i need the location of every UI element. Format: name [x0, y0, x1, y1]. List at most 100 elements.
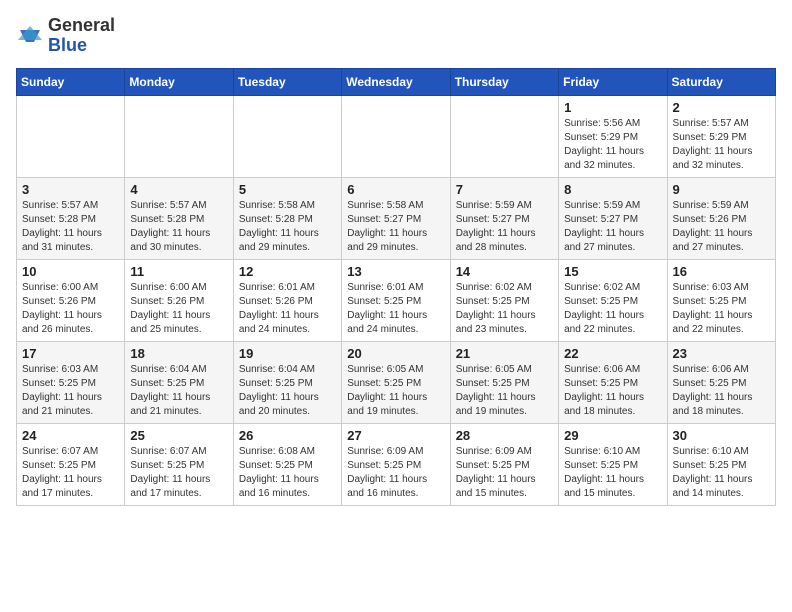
- logo: General Blue: [16, 16, 115, 56]
- day-info: Sunrise: 6:02 AM Sunset: 5:25 PM Dayligh…: [456, 281, 553, 337]
- calendar-cell: 7 Sunrise: 5:59 AM Sunset: 5:27 PM Daylig…: [450, 177, 558, 259]
- day-info: Sunrise: 6:00 AM Sunset: 5:26 PM Dayligh…: [22, 281, 119, 337]
- calendar-cell: 22 Sunrise: 6:06 AM Sunset: 5:25 PM Dayli…: [559, 341, 667, 423]
- day-info: Sunrise: 6:01 AM Sunset: 5:26 PM Dayligh…: [239, 281, 336, 337]
- day-info: Sunrise: 5:57 AM Sunset: 5:29 PM Dayligh…: [673, 117, 770, 173]
- calendar-cell: 3 Sunrise: 5:57 AM Sunset: 5:28 PM Daylig…: [17, 177, 125, 259]
- day-number: 6: [347, 182, 444, 197]
- calendar-cell: [450, 95, 558, 177]
- calendar-cell: 5 Sunrise: 5:58 AM Sunset: 5:28 PM Daylig…: [233, 177, 341, 259]
- calendar-cell: 29 Sunrise: 6:10 AM Sunset: 5:25 PM Dayli…: [559, 423, 667, 505]
- day-number: 29: [564, 428, 661, 443]
- calendar-cell: 8Sunrise: 5:59 AM Sunset: 5:27 PM Daylig…: [559, 177, 667, 259]
- weekday-header-saturday: Saturday: [667, 68, 775, 95]
- calendar-cell: [17, 95, 125, 177]
- day-number: 22: [564, 346, 661, 361]
- day-number: 16: [673, 264, 770, 279]
- day-info: Sunrise: 6:00 AM Sunset: 5:26 PM Dayligh…: [130, 281, 227, 337]
- day-number: 3: [22, 182, 119, 197]
- day-number: 2: [673, 100, 770, 115]
- day-info: Sunrise: 5:59 AM Sunset: 5:26 PM Dayligh…: [673, 199, 770, 255]
- day-info: Sunrise: 5:59 AM Sunset: 5:27 PM Dayligh…: [564, 199, 661, 255]
- calendar-cell: 12 Sunrise: 6:01 AM Sunset: 5:26 PM Dayli…: [233, 259, 341, 341]
- calendar-cell: [233, 95, 341, 177]
- day-number: 17: [22, 346, 119, 361]
- weekday-header-friday: Friday: [559, 68, 667, 95]
- day-number: 25: [130, 428, 227, 443]
- day-number: 7: [456, 182, 553, 197]
- calendar-cell: 21 Sunrise: 6:05 AM Sunset: 5:25 PM Dayli…: [450, 341, 558, 423]
- day-info: Sunrise: 5:56 AM Sunset: 5:29 PM Dayligh…: [564, 117, 661, 173]
- calendar-cell: 26 Sunrise: 6:08 AM Sunset: 5:25 PM Dayli…: [233, 423, 341, 505]
- day-number: 26: [239, 428, 336, 443]
- weekday-header-tuesday: Tuesday: [233, 68, 341, 95]
- calendar-cell: 18 Sunrise: 6:04 AM Sunset: 5:25 PM Dayli…: [125, 341, 233, 423]
- day-info: Sunrise: 5:57 AM Sunset: 5:28 PM Dayligh…: [130, 199, 227, 255]
- calendar-cell: 13 Sunrise: 6:01 AM Sunset: 5:25 PM Dayli…: [342, 259, 450, 341]
- calendar-cell: 1 Sunrise: 5:56 AM Sunset: 5:29 PM Daylig…: [559, 95, 667, 177]
- day-info: Sunrise: 6:04 AM Sunset: 5:25 PM Dayligh…: [239, 363, 336, 419]
- day-number: 28: [456, 428, 553, 443]
- day-info: Sunrise: 6:09 AM Sunset: 5:25 PM Dayligh…: [347, 445, 444, 501]
- day-info: Sunrise: 6:06 AM Sunset: 5:25 PM Dayligh…: [673, 363, 770, 419]
- day-number: 23: [673, 346, 770, 361]
- day-info: Sunrise: 5:58 AM Sunset: 5:28 PM Dayligh…: [239, 199, 336, 255]
- calendar-cell: 24Sunrise: 6:07 AM Sunset: 5:25 PM Dayli…: [17, 423, 125, 505]
- day-number: 24: [22, 428, 119, 443]
- calendar-cell: [342, 95, 450, 177]
- day-info: Sunrise: 5:58 AM Sunset: 5:27 PM Dayligh…: [347, 199, 444, 255]
- day-info: Sunrise: 6:10 AM Sunset: 5:25 PM Dayligh…: [673, 445, 770, 501]
- day-info: Sunrise: 6:01 AM Sunset: 5:25 PM Dayligh…: [347, 281, 444, 337]
- calendar-cell: 23 Sunrise: 6:06 AM Sunset: 5:25 PM Dayli…: [667, 341, 775, 423]
- day-number: 14: [456, 264, 553, 279]
- weekday-header-sunday: Sunday: [17, 68, 125, 95]
- calendar-cell: 20Sunrise: 6:05 AM Sunset: 5:25 PM Dayli…: [342, 341, 450, 423]
- day-info: Sunrise: 6:02 AM Sunset: 5:25 PM Dayligh…: [564, 281, 661, 337]
- weekday-header-monday: Monday: [125, 68, 233, 95]
- day-info: Sunrise: 6:03 AM Sunset: 5:25 PM Dayligh…: [22, 363, 119, 419]
- weekday-header-wednesday: Wednesday: [342, 68, 450, 95]
- day-info: Sunrise: 6:09 AM Sunset: 5:25 PM Dayligh…: [456, 445, 553, 501]
- day-info: Sunrise: 5:57 AM Sunset: 5:28 PM Dayligh…: [22, 199, 119, 255]
- day-number: 10: [22, 264, 119, 279]
- logo-blue: Blue: [48, 35, 87, 55]
- day-number: 1: [564, 100, 661, 115]
- day-number: 19: [239, 346, 336, 361]
- calendar-cell: 4 Sunrise: 5:57 AM Sunset: 5:28 PM Daylig…: [125, 177, 233, 259]
- weekday-header-thursday: Thursday: [450, 68, 558, 95]
- calendar-cell: 15 Sunrise: 6:02 AM Sunset: 5:25 PM Dayli…: [559, 259, 667, 341]
- calendar-cell: 9 Sunrise: 5:59 AM Sunset: 5:26 PM Daylig…: [667, 177, 775, 259]
- calendar-cell: 25Sunrise: 6:07 AM Sunset: 5:25 PM Dayli…: [125, 423, 233, 505]
- day-info: Sunrise: 6:05 AM Sunset: 5:25 PM Dayligh…: [456, 363, 553, 419]
- day-info: Sunrise: 6:06 AM Sunset: 5:25 PM Dayligh…: [564, 363, 661, 419]
- page-header: General Blue: [16, 16, 776, 56]
- day-number: 4: [130, 182, 227, 197]
- day-number: 21: [456, 346, 553, 361]
- calendar-cell: 2 Sunrise: 5:57 AM Sunset: 5:29 PM Daylig…: [667, 95, 775, 177]
- day-info: Sunrise: 6:05 AM Sunset: 5:25 PM Dayligh…: [347, 363, 444, 419]
- calendar-cell: 11Sunrise: 6:00 AM Sunset: 5:26 PM Dayli…: [125, 259, 233, 341]
- day-number: 5: [239, 182, 336, 197]
- calendar-cell: 16 Sunrise: 6:03 AM Sunset: 5:25 PM Dayli…: [667, 259, 775, 341]
- calendar-cell: 19 Sunrise: 6:04 AM Sunset: 5:25 PM Dayli…: [233, 341, 341, 423]
- day-info: Sunrise: 6:03 AM Sunset: 5:25 PM Dayligh…: [673, 281, 770, 337]
- day-number: 27: [347, 428, 444, 443]
- day-number: 9: [673, 182, 770, 197]
- calendar-cell: 17 Sunrise: 6:03 AM Sunset: 5:25 PM Dayli…: [17, 341, 125, 423]
- calendar-cell: 30 Sunrise: 6:10 AM Sunset: 5:25 PM Dayli…: [667, 423, 775, 505]
- calendar-cell: 27 Sunrise: 6:09 AM Sunset: 5:25 PM Dayli…: [342, 423, 450, 505]
- calendar-cell: 14 Sunrise: 6:02 AM Sunset: 5:25 PM Dayli…: [450, 259, 558, 341]
- day-info: Sunrise: 6:10 AM Sunset: 5:25 PM Dayligh…: [564, 445, 661, 501]
- day-info: Sunrise: 6:08 AM Sunset: 5:25 PM Dayligh…: [239, 445, 336, 501]
- calendar-cell: 6 Sunrise: 5:58 AM Sunset: 5:27 PM Daylig…: [342, 177, 450, 259]
- day-info: Sunrise: 5:59 AM Sunset: 5:27 PM Dayligh…: [456, 199, 553, 255]
- day-number: 30: [673, 428, 770, 443]
- calendar-table: SundayMondayTuesdayWednesdayThursdayFrid…: [16, 68, 776, 506]
- day-number: 12: [239, 264, 336, 279]
- day-info: Sunrise: 6:04 AM Sunset: 5:25 PM Dayligh…: [130, 363, 227, 419]
- calendar-cell: 28 Sunrise: 6:09 AM Sunset: 5:25 PM Dayli…: [450, 423, 558, 505]
- logo-icon: [16, 22, 44, 50]
- day-number: 15: [564, 264, 661, 279]
- day-number: 18: [130, 346, 227, 361]
- day-number: 13: [347, 264, 444, 279]
